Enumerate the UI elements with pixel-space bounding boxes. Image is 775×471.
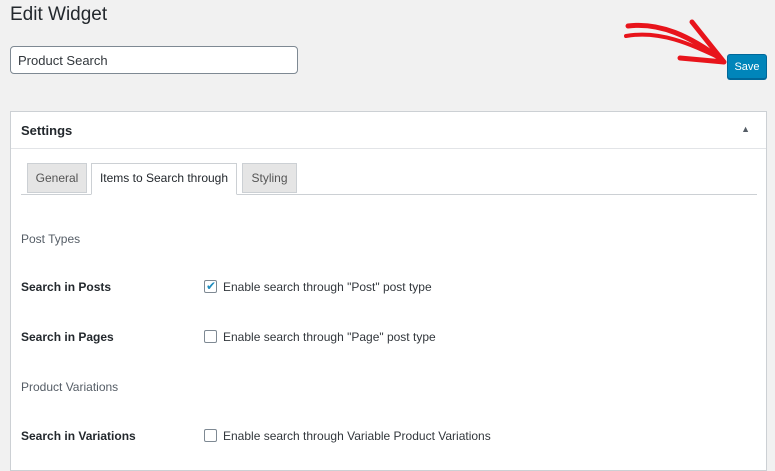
save-button[interactable]: Save [727, 54, 767, 79]
tab-items-to-search-through[interactable]: Items to Search through [91, 163, 237, 195]
settings-panel-header[interactable]: Settings ▲ [11, 112, 766, 149]
widget-name-input[interactable] [10, 46, 298, 74]
tab-styling[interactable]: Styling [242, 163, 297, 193]
page-title: Edit Widget [10, 4, 108, 25]
row-label-search-in-variations: Search in Variations [21, 429, 136, 443]
settings-tabs: General Items to Search through Styling [21, 163, 757, 195]
checkmark-icon: ✔ [206, 279, 217, 293]
checkbox-search-in-pages[interactable] [204, 330, 217, 343]
settings-panel-title: Settings [21, 123, 73, 138]
tab-general[interactable]: General [27, 163, 87, 193]
caret-up-icon[interactable]: ▲ [741, 124, 750, 134]
checkbox-label-search-in-pages[interactable]: Enable search through "Page" post type [223, 330, 436, 344]
section-heading-product-variations: Product Variations [21, 380, 119, 394]
section-heading-post-types: Post Types [21, 232, 81, 246]
settings-panel: Settings ▲ General Items to Search throu… [10, 111, 767, 471]
checkbox-search-in-variations[interactable] [204, 429, 217, 442]
row-label-search-in-posts: Search in Posts [21, 280, 112, 294]
checkbox-label-search-in-variations[interactable]: Enable search through Variable Product V… [223, 429, 491, 443]
red-arrow-icon [624, 19, 727, 65]
checkbox-label-search-in-posts[interactable]: Enable search through "Post" post type [223, 280, 432, 294]
row-label-search-in-pages: Search in Pages [21, 330, 114, 344]
checkbox-search-in-posts[interactable]: ✔ [204, 279, 217, 293]
